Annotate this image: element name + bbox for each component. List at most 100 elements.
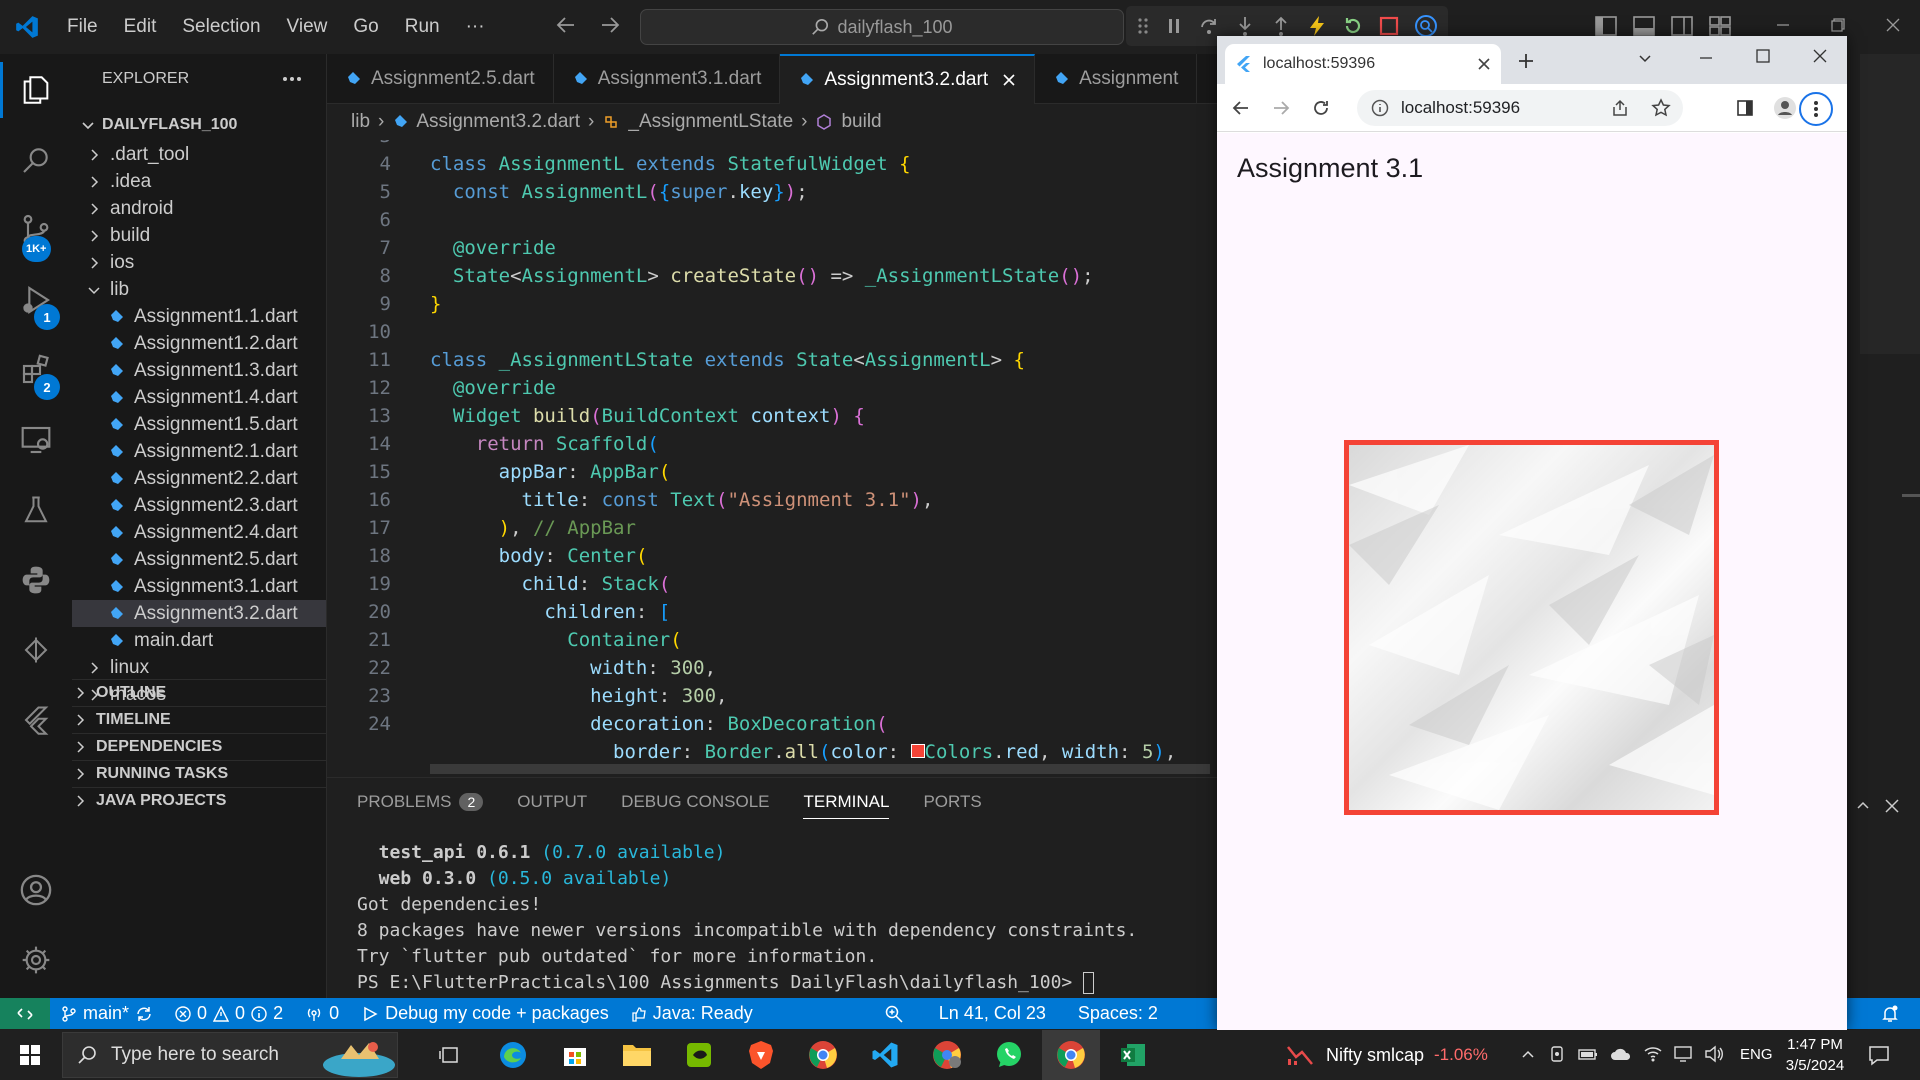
sidebar-section[interactable]: JAVA PROJECTS: [72, 787, 326, 814]
breadcrumb-class[interactable]: _AssignmentLState: [628, 111, 793, 133]
workspace-root[interactable]: DAILYFLASH_100: [72, 108, 326, 141]
profile-avatar-icon[interactable]: [1773, 96, 1797, 120]
sidebar-section[interactable]: DEPENDENCIES: [72, 733, 326, 760]
step-out-icon[interactable]: [1270, 15, 1292, 37]
new-tab-icon[interactable]: [1517, 52, 1535, 70]
task-view-icon[interactable]: [420, 1030, 478, 1080]
menu-item[interactable]: File: [54, 0, 111, 54]
step-over-icon[interactable]: [1198, 15, 1220, 37]
menu-item[interactable]: Run: [392, 0, 453, 54]
source-control-icon[interactable]: 1K+: [0, 198, 72, 262]
toggle-secondary-sidebar-icon[interactable]: [1670, 14, 1694, 38]
python-icon[interactable]: [0, 548, 72, 612]
more-actions-icon[interactable]: [282, 76, 302, 82]
file-item[interactable]: Assignment2.4.dart: [72, 519, 326, 546]
devtools-search-icon[interactable]: [1414, 14, 1438, 38]
whatsapp-icon[interactable]: [980, 1030, 1038, 1080]
horizontal-scrollbar[interactable]: [430, 764, 1210, 774]
microsoft-store-icon[interactable]: [546, 1030, 604, 1080]
onedrive-cloud-icon[interactable]: [1610, 1045, 1632, 1063]
settings-gear-icon[interactable]: [0, 928, 72, 992]
toggle-panel-icon[interactable]: [1632, 14, 1656, 38]
restart-icon[interactable]: [1342, 15, 1364, 37]
folder-item[interactable]: .idea: [72, 168, 326, 195]
chrome-active-icon[interactable]: [1042, 1030, 1100, 1080]
panel-tab[interactable]: DEBUG CONSOLE: [621, 792, 769, 819]
file-item[interactable]: Assignment2.1.dart: [72, 438, 326, 465]
stock-widget[interactable]: Nifty smlcap -1.06%: [1286, 1030, 1488, 1080]
wifi-icon[interactable]: [1644, 1045, 1662, 1063]
gitlens-icon[interactable]: [0, 618, 72, 682]
stop-icon[interactable]: [1378, 15, 1400, 37]
nvidia-icon[interactable]: [670, 1030, 728, 1080]
close-panel-icon[interactable]: [1884, 798, 1900, 814]
panel-tab[interactable]: PROBLEMS 2: [357, 792, 484, 819]
sync-icon[interactable]: [135, 1005, 153, 1023]
remote-indicator[interactable]: [0, 998, 50, 1029]
clock[interactable]: 1:47 PM 3/5/2024: [1770, 1034, 1860, 1076]
indentation[interactable]: Spaces: 2: [1067, 1003, 1169, 1024]
debug-status[interactable]: Debug my code + packages: [350, 1003, 620, 1024]
terminal-output[interactable]: test_api 0.6.1 (0.7.0 available) web 0.3…: [357, 840, 1137, 996]
folder-item[interactable]: lib: [72, 276, 326, 303]
editor-tab[interactable]: Assignment: [1035, 54, 1198, 104]
share-icon[interactable]: [1611, 99, 1629, 117]
folder-item[interactable]: build: [72, 222, 326, 249]
taskbar-search[interactable]: Type here to search: [62, 1032, 398, 1078]
drag-handle-icon[interactable]: [1136, 16, 1150, 36]
notification-center-icon[interactable]: [1868, 1044, 1890, 1066]
command-center[interactable]: dailyflash_100: [640, 9, 1124, 45]
menu-item[interactable]: Go: [340, 0, 391, 54]
editor-tab[interactable]: Assignment3.1.dart: [554, 54, 781, 104]
browser-tab[interactable]: localhost:59396: [1225, 44, 1501, 84]
edge-icon[interactable]: [484, 1030, 542, 1080]
tab-search-chevron-icon[interactable]: [1637, 50, 1653, 66]
toggle-sidebar-icon[interactable]: [1594, 14, 1618, 38]
explorer-icon[interactable]: [0, 58, 72, 122]
remote-explorer-icon[interactable]: [0, 408, 72, 472]
bookmark-star-icon[interactable]: [1651, 98, 1671, 118]
zoom-indicator[interactable]: [874, 1005, 914, 1023]
file-item[interactable]: Assignment1.3.dart: [72, 357, 326, 384]
folder-item[interactable]: android: [72, 195, 326, 222]
customize-layout-icon[interactable]: [1708, 14, 1732, 38]
breadcrumb-method[interactable]: build: [841, 111, 881, 133]
menu-item[interactable]: Selection: [169, 0, 273, 54]
menu-item[interactable]: ···: [453, 0, 498, 54]
java-status[interactable]: Java: Ready: [620, 1003, 764, 1024]
extensions-icon[interactable]: 2: [0, 338, 72, 402]
file-item[interactable]: Assignment1.5.dart: [72, 411, 326, 438]
editor-tab[interactable]: Assignment2.5.dart: [327, 54, 554, 104]
file-item[interactable]: Assignment2.5.dart: [72, 546, 326, 573]
file-item[interactable]: Assignment1.2.dart: [72, 330, 326, 357]
minimap-slider[interactable]: [1860, 54, 1920, 354]
address-bar[interactable]: localhost:59396: [1357, 90, 1683, 126]
cursor-position[interactable]: Ln 41, Col 23: [928, 1003, 1057, 1024]
display-icon[interactable]: [1674, 1045, 1692, 1063]
testing-icon[interactable]: [0, 478, 72, 542]
panel-tab[interactable]: OUTPUT: [517, 792, 587, 819]
flutter-icon[interactable]: [0, 688, 72, 752]
browser-forward-icon[interactable]: [1271, 98, 1291, 118]
panel-tab[interactable]: TERMINAL: [803, 792, 890, 819]
chrome-profile-icon[interactable]: [918, 1030, 976, 1080]
forward-arrow-icon[interactable]: [599, 14, 621, 36]
accounts-icon[interactable]: [0, 858, 72, 922]
file-item[interactable]: Assignment2.3.dart: [72, 492, 326, 519]
browser-menu-button[interactable]: [1799, 92, 1833, 126]
excel-icon[interactable]: [1104, 1030, 1162, 1080]
pause-icon[interactable]: [1164, 16, 1184, 36]
problems-indicator[interactable]: 0 0 2: [164, 1003, 294, 1024]
file-item[interactable]: main.dart: [72, 627, 326, 654]
sidebar-section[interactable]: RUNNING TASKS: [72, 760, 326, 787]
sidebar-section[interactable]: TIMELINE: [72, 706, 326, 733]
ports-indicator[interactable]: 0: [294, 1003, 350, 1024]
hot-reload-icon[interactable]: [1306, 15, 1328, 37]
file-item[interactable]: Assignment1.4.dart: [72, 384, 326, 411]
browser-back-icon[interactable]: [1231, 98, 1251, 118]
menu-item[interactable]: View: [274, 0, 341, 54]
git-branch[interactable]: main*: [50, 1003, 164, 1024]
file-item[interactable]: Assignment2.2.dart: [72, 465, 326, 492]
editor-tab[interactable]: Assignment3.2.dart: [780, 54, 1036, 104]
brave-icon[interactable]: [732, 1030, 790, 1080]
